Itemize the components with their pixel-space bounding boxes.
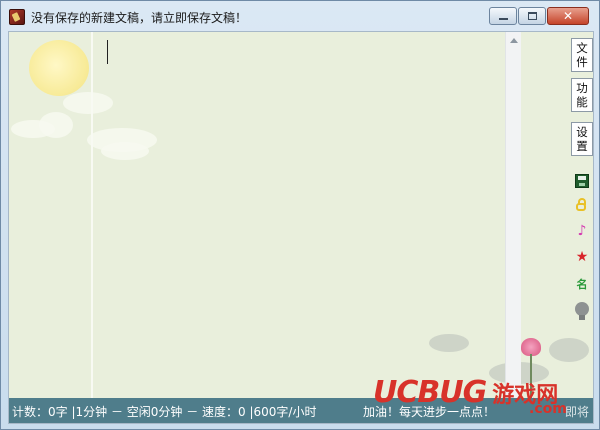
- settings-button-label: 置: [576, 139, 588, 153]
- watermark-brand: UCBUG: [373, 375, 487, 410]
- text-caret: [107, 40, 108, 64]
- editor-client-area: 文 件 功 能 设 置 ♪ ★ 名 计数：0字 |1分钟 － 空闲0分钟 － 速…: [8, 31, 594, 424]
- function-button[interactable]: 功 能: [571, 78, 593, 112]
- function-button-label: 功: [576, 81, 588, 95]
- window-title: 没有保存的新建文稿，请立即保存文稿！: [31, 11, 248, 25]
- vertical-scrollbar[interactable]: [505, 32, 521, 398]
- file-button-label: 文: [576, 41, 588, 55]
- file-button[interactable]: 文 件: [571, 38, 593, 72]
- window-controls: ✕: [489, 7, 589, 25]
- minimize-icon: [499, 18, 508, 20]
- watermark-domain: .com: [529, 401, 567, 417]
- star-icon[interactable]: ★: [575, 250, 589, 264]
- music-note-icon[interactable]: ♪: [575, 224, 589, 238]
- app-icon[interactable]: [9, 9, 25, 25]
- status-tail-text: 即将: [565, 405, 590, 419]
- watermark-logo: UCBUG 游戏网 .com: [373, 375, 567, 417]
- moon-decoration: [29, 40, 89, 96]
- settings-button[interactable]: 设 置: [571, 122, 593, 156]
- lightbulb-icon[interactable]: [574, 302, 590, 322]
- save-icon[interactable]: [575, 174, 589, 188]
- function-button-label: 能: [576, 95, 588, 109]
- app-window: 没有保存的新建文稿，请立即保存文稿！ ✕ 文 件 功 能 设 置 ♪ ★ 名 计…: [0, 0, 600, 430]
- maximize-button[interactable]: [518, 7, 546, 25]
- lock-icon-wrap[interactable]: [575, 198, 589, 212]
- scroll-up-icon[interactable]: [510, 38, 518, 43]
- maximize-icon: [528, 12, 537, 20]
- close-icon: ✕: [562, 9, 574, 23]
- lock-icon: [576, 198, 586, 211]
- minimize-button[interactable]: [489, 7, 517, 25]
- file-button-label: 件: [576, 55, 588, 69]
- settings-button-label: 设: [576, 125, 588, 139]
- lotus-leaf-decoration: [549, 338, 589, 362]
- scroll-track[interactable]: [506, 50, 521, 390]
- status-stats: 计数：0字 |1分钟 － 空闲0分钟 － 速度：0 |600字/小时: [12, 405, 317, 419]
- close-button[interactable]: ✕: [547, 7, 589, 25]
- cloud-decoration: [39, 112, 73, 138]
- title-bar[interactable]: 没有保存的新建文稿，请立即保存文稿！ ✕: [1, 1, 599, 31]
- name-tag-icon[interactable]: 名: [575, 278, 589, 292]
- lotus-leaf-decoration: [429, 334, 469, 352]
